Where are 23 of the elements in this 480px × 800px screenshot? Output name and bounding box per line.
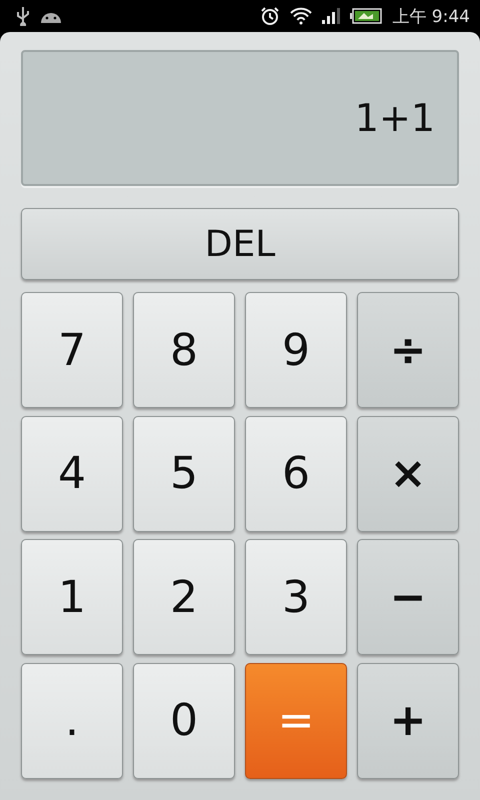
alarm-clock-icon bbox=[260, 6, 280, 26]
digit-key[interactable]: 7 bbox=[21, 292, 123, 408]
status-time: 上午 9:44 bbox=[392, 6, 470, 28]
operator-key[interactable]: − bbox=[357, 539, 459, 655]
usb-icon bbox=[16, 6, 30, 26]
digit-key[interactable]: 8 bbox=[133, 292, 235, 408]
wifi-icon bbox=[290, 7, 312, 25]
operator-key[interactable]: × bbox=[357, 416, 459, 532]
digit-key[interactable]: 4 bbox=[21, 416, 123, 532]
digit-key[interactable]: 5 bbox=[133, 416, 235, 532]
digit-key[interactable]: 3 bbox=[245, 539, 347, 655]
delete-button[interactable]: DEL bbox=[21, 208, 459, 280]
expression-text: 1+1 bbox=[354, 96, 435, 140]
digit-key[interactable]: 1 bbox=[21, 539, 123, 655]
digit-key[interactable]: 6 bbox=[245, 416, 347, 532]
digit-key[interactable]: 0 bbox=[133, 662, 235, 778]
digit-key[interactable]: 2 bbox=[133, 539, 235, 655]
signal-icon bbox=[322, 8, 340, 24]
digit-key[interactable]: . bbox=[21, 662, 123, 778]
operator-key[interactable]: ÷ bbox=[357, 292, 459, 408]
battery-icon bbox=[350, 8, 382, 24]
digit-key[interactable]: 9 bbox=[245, 292, 347, 408]
operator-key[interactable]: + bbox=[357, 662, 459, 778]
